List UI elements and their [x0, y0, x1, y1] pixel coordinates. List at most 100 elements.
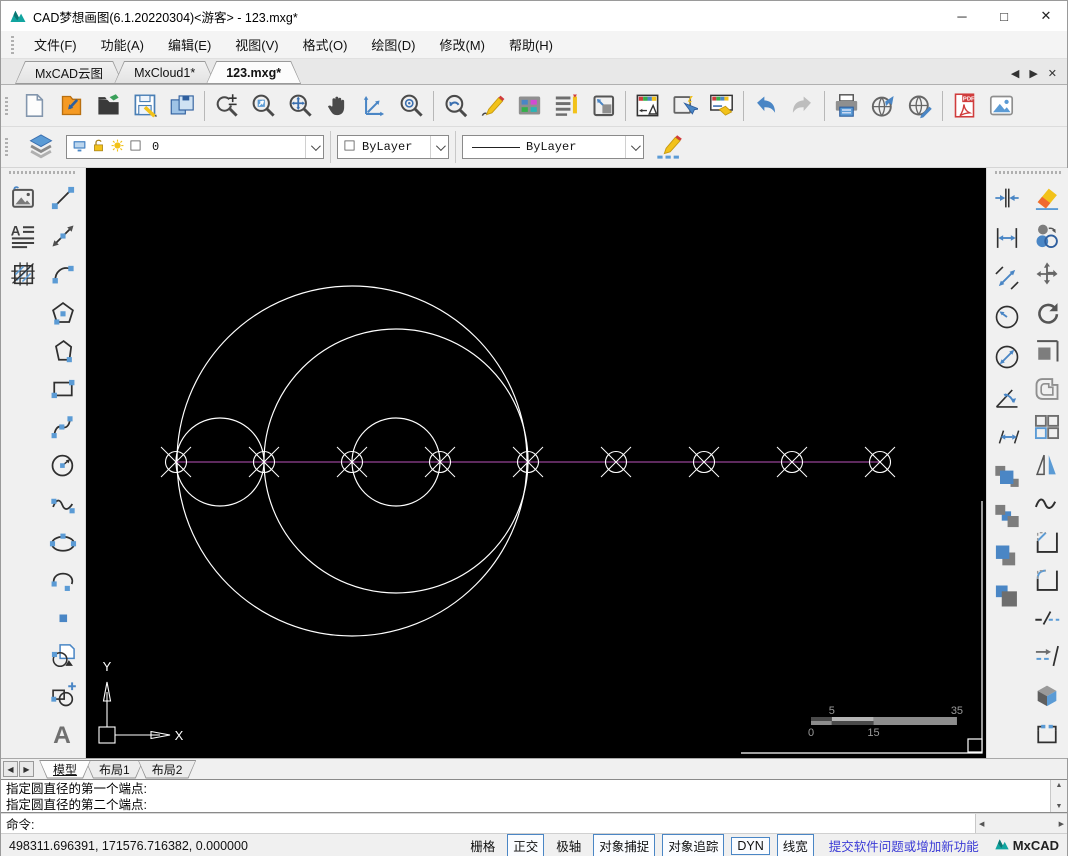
cad-point-marker[interactable]	[513, 447, 543, 477]
solid-box-button[interactable]	[1029, 677, 1065, 713]
named-views-button[interactable]	[585, 88, 622, 124]
print-button[interactable]	[828, 88, 865, 124]
mtext-button[interactable]: A	[5, 218, 41, 254]
feedback-link[interactable]: 提交软件问题或增加新功能	[829, 836, 979, 855]
tab-scroll-right-button[interactable]: ▶	[1029, 67, 1037, 80]
cad-point-marker[interactable]	[689, 447, 719, 477]
layer-combo-arrow[interactable]	[305, 136, 323, 158]
fillet-button[interactable]	[1029, 562, 1065, 598]
menu-item-7[interactable]: 修改(M)	[427, 32, 497, 57]
new-file-button[interactable]	[16, 88, 53, 124]
line-button[interactable]	[45, 180, 81, 216]
offset-button[interactable]	[1029, 371, 1065, 407]
block-insert-button[interactable]	[45, 677, 81, 713]
circle-button[interactable]	[45, 447, 81, 483]
status-toggle-1[interactable]: 栅格	[465, 835, 500, 856]
command-history-scrollbar[interactable]: ▲ ▼	[1050, 780, 1067, 812]
drawing-canvas[interactable]: YX535015	[86, 168, 986, 758]
command-input-row[interactable]: 命令: ◀ ▶	[1, 813, 1067, 833]
insert-image-button[interactable]	[5, 180, 41, 216]
dim-quick-button[interactable]	[989, 180, 1025, 216]
edit-pencil-button[interactable]	[474, 88, 511, 124]
rectangle-button[interactable]	[45, 371, 81, 407]
scroll-left-icon[interactable]: ◀	[979, 820, 984, 828]
extend-button[interactable]	[1029, 638, 1065, 674]
command-history[interactable]: 指定圆直径的第一个端点:指定圆直径的第二个端点: ▲ ▼	[1, 779, 1067, 813]
array-button[interactable]	[1029, 409, 1065, 445]
erase-button[interactable]	[1029, 180, 1065, 216]
layout-scroll-right-button[interactable]: ▶	[19, 761, 34, 777]
export-image-button[interactable]	[983, 88, 1020, 124]
dim-angular-button[interactable]	[989, 379, 1025, 415]
menu-item-3[interactable]: 编辑(E)	[156, 32, 223, 57]
break-at-point-button[interactable]	[1029, 715, 1065, 751]
redo-button[interactable]	[784, 88, 821, 124]
cad-point-marker[interactable]	[865, 447, 895, 477]
color-combo-arrow[interactable]	[430, 136, 448, 158]
pan-button[interactable]	[319, 88, 356, 124]
draw-order-front-button[interactable]	[989, 459, 1025, 495]
save-as-button[interactable]	[164, 88, 201, 124]
menu-item-8[interactable]: 帮助(H)	[497, 32, 565, 57]
scroll-down-icon[interactable]: ▼	[1056, 803, 1063, 810]
zoom-scale-button[interactable]	[208, 88, 245, 124]
status-toggle-4[interactable]: 对象捕捉	[593, 834, 655, 856]
copy-button[interactable]	[1029, 218, 1065, 254]
menu-item-5[interactable]: 格式(O)	[291, 32, 360, 57]
draw-order-back-button[interactable]	[989, 498, 1025, 534]
color-palette-button[interactable]	[511, 88, 548, 124]
close-button[interactable]: ✕	[1025, 1, 1067, 31]
dim-diameter-button[interactable]	[989, 339, 1025, 375]
draw-order-below-button[interactable]	[989, 578, 1025, 614]
tab-close-button[interactable]: ✕	[1048, 67, 1057, 80]
save-button[interactable]	[127, 88, 164, 124]
menu-item-1[interactable]: 文件(F)	[22, 32, 89, 57]
doc-tab-1[interactable]: MxCAD云图	[15, 61, 123, 84]
layer-manager-button[interactable]	[22, 129, 60, 165]
undo-button[interactable]	[747, 88, 784, 124]
doc-tab-2[interactable]: MxCloud1*	[114, 61, 215, 84]
status-toggle-2[interactable]: 正交	[507, 834, 544, 856]
command-input-scrollbar[interactable]: ◀ ▶	[975, 814, 1067, 833]
scale-button[interactable]	[1029, 333, 1065, 369]
text-style-button[interactable]	[548, 88, 585, 124]
export-pdf-button[interactable]: PDF	[946, 88, 983, 124]
quick-select-button[interactable]	[666, 88, 703, 124]
ellipse-arc-button[interactable]	[45, 562, 81, 598]
rotate-button[interactable]	[1029, 295, 1065, 331]
menu-item-2[interactable]: 功能(A)	[89, 32, 156, 57]
point-button[interactable]	[45, 600, 81, 636]
cad-point-marker[interactable]	[161, 447, 191, 477]
zoom-center-button[interactable]	[393, 88, 430, 124]
cad-point-marker[interactable]	[425, 447, 455, 477]
options-button[interactable]	[703, 88, 740, 124]
hatch-button[interactable]	[5, 256, 41, 292]
polygon-button[interactable]	[45, 295, 81, 331]
mirror-button[interactable]	[1029, 447, 1065, 483]
layer-select[interactable]: 0	[66, 135, 324, 159]
point-coordinates-button[interactable]	[356, 88, 393, 124]
cad-circle[interactable]	[264, 329, 528, 593]
publish-web-button[interactable]	[865, 88, 902, 124]
cad-point-marker[interactable]	[249, 447, 279, 477]
zoom-window-button[interactable]	[245, 88, 282, 124]
menu-item-6[interactable]: 绘图(D)	[359, 32, 427, 57]
status-toggle-3[interactable]: 极轴	[551, 835, 586, 856]
layout-tab-1[interactable]: 模型	[39, 760, 91, 779]
layout-tab-2[interactable]: 布局1	[85, 760, 144, 779]
status-toggle-5[interactable]: 对象追踪	[662, 834, 724, 856]
linetype-select[interactable]: ByLayer	[462, 135, 644, 159]
open-folder-button[interactable]	[90, 88, 127, 124]
move-button[interactable]	[1029, 256, 1065, 292]
scroll-up-icon[interactable]: ▲	[1056, 782, 1063, 789]
maximize-button[interactable]: □	[983, 1, 1025, 31]
zoom-extents-button[interactable]	[282, 88, 319, 124]
linetype-edit-button[interactable]	[650, 129, 688, 165]
view-previous-button[interactable]	[437, 88, 474, 124]
scroll-right-icon[interactable]: ▶	[1059, 820, 1064, 828]
dim-linear-button[interactable]	[989, 220, 1025, 256]
cad-point-marker[interactable]	[337, 447, 367, 477]
break-button[interactable]	[1029, 600, 1065, 636]
open-drawing-button[interactable]	[53, 88, 90, 124]
ellipse-button[interactable]	[45, 524, 81, 560]
